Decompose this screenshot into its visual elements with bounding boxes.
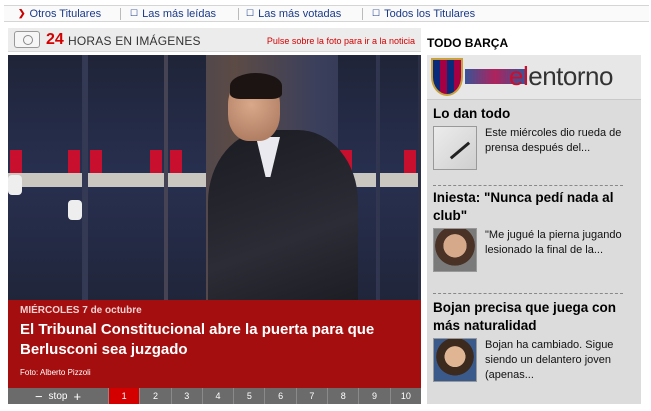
nav-label: Las más votadas	[258, 7, 342, 20]
nav-otros-titulares[interactable]: ❯ Otros Titulares	[18, 6, 101, 21]
page-button-6[interactable]: 6	[264, 388, 296, 404]
sidebar-todo-barca: TODO BARÇA elentorno Lo dan todo Este mi…	[427, 28, 641, 404]
nav-mas-votadas[interactable]: ☐ Las más votadas	[246, 6, 341, 21]
gallery-header: 24 HORAS EN IMÁGENES Pulse sobre la foto…	[8, 28, 421, 52]
pager-controls: − stop +	[8, 388, 108, 404]
list-icon: ☐	[246, 8, 255, 18]
fcb-crest-icon	[431, 58, 463, 96]
nav-divider	[362, 8, 363, 20]
plus-button[interactable]: +	[73, 389, 81, 404]
guard-figure	[380, 55, 418, 300]
divider	[433, 185, 623, 186]
gallery-number: 24	[46, 31, 64, 48]
divider	[433, 293, 623, 294]
guard-figure	[44, 55, 82, 300]
page-button-8[interactable]: 8	[327, 388, 359, 404]
gallery-pager: − stop + 1 2 3 4 5 6 7 8 9 10	[8, 388, 421, 404]
top-navigation: ❯ Otros Titulares ☐ Las más leídas ☐ Las…	[0, 0, 651, 26]
chevron-down-icon: ❯	[18, 8, 26, 18]
page-button-9[interactable]: 9	[358, 388, 390, 404]
minus-button[interactable]: −	[35, 389, 43, 404]
sidebar-title: TODO BARÇA	[427, 36, 509, 50]
page-button-10[interactable]: 10	[389, 388, 421, 404]
page-button-5[interactable]: 5	[233, 388, 265, 404]
caption-date-rest: 7 de octubre	[82, 305, 142, 316]
nav-label: Otros Titulares	[29, 7, 102, 20]
brand-rest: entorno	[528, 61, 613, 91]
story-thumbnail[interactable]	[433, 338, 477, 382]
caption-headline[interactable]: El Tribunal Constitucional abre la puert…	[20, 320, 410, 360]
nav-mas-leidas[interactable]: ☐ Las más leídas	[130, 6, 216, 21]
page-button-7[interactable]: 7	[295, 388, 328, 404]
news-photo[interactable]	[8, 55, 421, 300]
brand-logo: elentorno	[509, 61, 613, 92]
stop-button[interactable]: stop	[49, 391, 68, 402]
list-icon: ☐	[130, 8, 139, 18]
gallery-hint: Pulse sobre la foto para ir a la noticia	[266, 36, 415, 46]
story-title[interactable]: Bojan precisa que juega con más naturali…	[433, 299, 637, 335]
page-button-2[interactable]: 2	[139, 388, 171, 404]
guard-figure	[126, 55, 164, 300]
gallery-title: HORAS EN IMÁGENES	[68, 34, 201, 48]
page-button-4[interactable]: 4	[201, 388, 234, 404]
caption-date: MIÉRCOLES 7 de octubre	[20, 305, 142, 316]
elentorno-banner[interactable]: elentorno	[427, 55, 641, 100]
brand-el: el	[509, 61, 529, 91]
story-title[interactable]: Lo dan todo	[433, 105, 637, 123]
guard-figure	[168, 55, 206, 300]
list-icon: ☐	[372, 8, 381, 18]
nav-divider	[120, 8, 121, 20]
page-button-1[interactable]: 1	[108, 388, 140, 404]
camera-icon	[14, 31, 40, 48]
story-summary: Bojan ha cambiado. Sigue siendo un delan…	[485, 339, 614, 381]
photo-caption[interactable]: MIÉRCOLES 7 de octubre El Tribunal Const…	[8, 300, 421, 388]
main-figure	[208, 73, 358, 300]
guard-figure	[8, 55, 46, 300]
story-summary: Este miércoles dio rueda de prensa despu…	[485, 127, 622, 154]
caption-day: MIÉRCOLES	[20, 305, 80, 316]
sidebar-panel: elentorno Lo dan todo Este miércoles dio…	[427, 55, 641, 404]
story-item: Lo dan todo Este miércoles dio rueda de …	[433, 105, 637, 170]
story-title[interactable]: Iniesta: "Nunca pedí nada al club"	[433, 189, 637, 225]
nav-divider	[238, 8, 239, 20]
story-thumbnail[interactable]	[433, 126, 477, 170]
guard-figure	[88, 55, 126, 300]
story-thumbnail[interactable]	[433, 228, 477, 272]
nav-label: Las más leídas	[142, 7, 217, 20]
story-item: Iniesta: "Nunca pedí nada al club" "Me j…	[433, 189, 637, 272]
nav-todos-titulares[interactable]: ☐ Todos los Titulares	[372, 6, 475, 21]
page-button-3[interactable]: 3	[170, 388, 202, 404]
story-item: Bojan precisa que juega con más naturali…	[433, 299, 637, 383]
story-summary: "Me jugué la pierna jugando lesionado la…	[485, 229, 622, 256]
photo-credit: Foto: Alberto Pizzoli	[20, 368, 91, 377]
nav-label: Todos los Titulares	[384, 7, 476, 20]
